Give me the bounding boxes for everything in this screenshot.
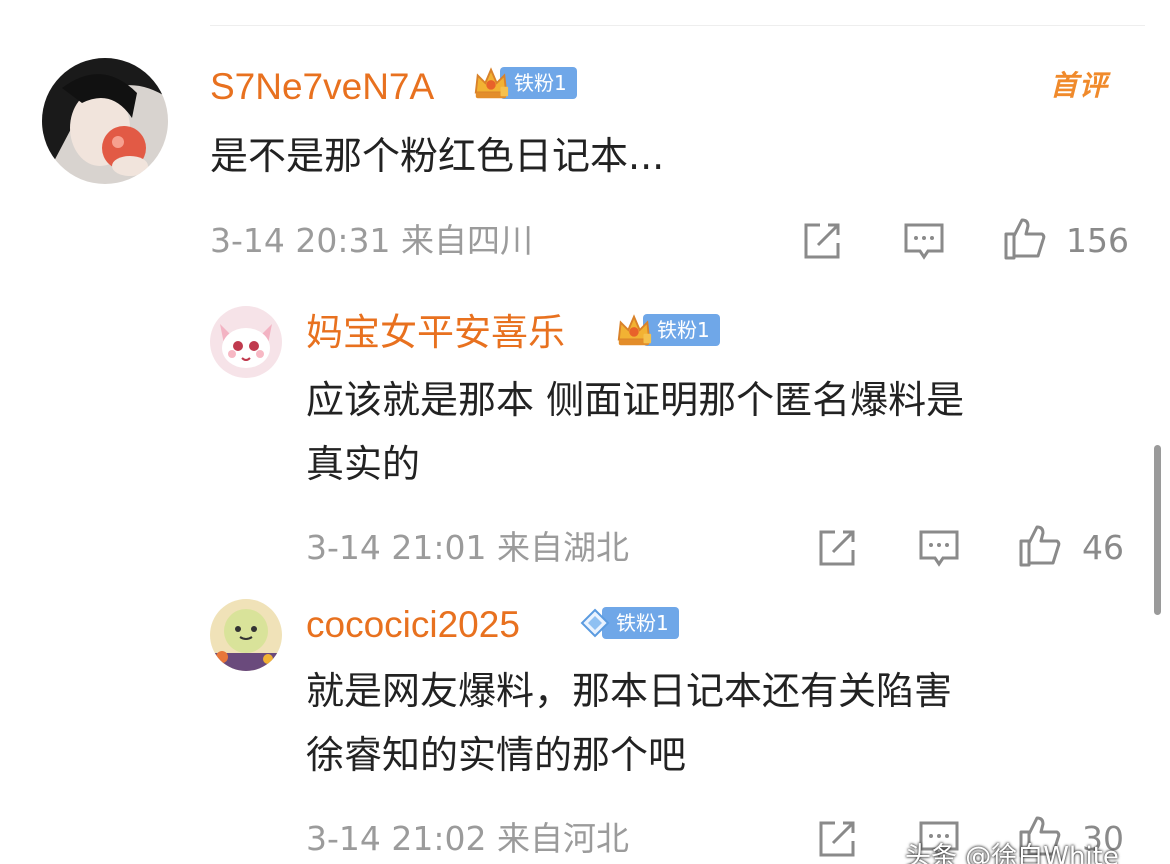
username[interactable]: cococici2025 (306, 606, 520, 643)
fan-badge[interactable]: 铁粉1 (615, 313, 720, 347)
crown-icon (474, 67, 509, 99)
watermark: 头条 @徐白White (905, 842, 1119, 864)
like-icon[interactable] (1002, 216, 1046, 260)
like-icon[interactable] (1017, 523, 1061, 567)
avatar[interactable] (210, 599, 282, 671)
comment-text: 就是网友爆料，那本日记本还有关陷害 徐睿知的实情的那个吧 (306, 669, 953, 777)
comment-icon[interactable] (902, 219, 946, 263)
comment-feed: S7Ne7veN7A 铁粉1 首评 是不是那个粉红色日记本... 3-14 20… (0, 0, 1170, 864)
fan-badge[interactable]: 铁粉1 (580, 606, 679, 640)
fan-badge[interactable]: 铁粉1 (472, 66, 577, 100)
fan-badge-label: 铁粉1 (500, 67, 577, 99)
comment-text: 应该就是那本 侧面证明那个匿名爆料是 真实的 (306, 378, 965, 486)
share-icon[interactable] (815, 526, 859, 570)
avatar[interactable] (42, 58, 168, 184)
username[interactable]: 妈宝女平安喜乐 (306, 314, 565, 351)
share-icon[interactable] (800, 219, 844, 263)
first-comment-tag: 首评 (1050, 69, 1109, 102)
comment-icon[interactable] (917, 526, 961, 570)
username[interactable]: S7Ne7veN7A (210, 68, 434, 105)
comment-time-location: 3-14 20:31 来自四川 (210, 221, 533, 260)
avatar[interactable] (210, 306, 282, 378)
comment-text: 是不是那个粉红色日记本... (210, 134, 665, 178)
comment-time-location: 3-14 21:01 来自湖北 (306, 528, 629, 567)
divider (210, 25, 1145, 26)
comment-time-location: 3-14 21:02 来自河北 (306, 819, 629, 858)
like-count: 156 (1066, 221, 1129, 260)
scrollbar[interactable] (1154, 445, 1161, 615)
like-count: 46 (1082, 528, 1124, 567)
fan-badge-label: 铁粉1 (643, 314, 720, 346)
fan-badge-label: 铁粉1 (602, 607, 679, 639)
crown-icon (617, 314, 652, 346)
diamond-icon (580, 608, 610, 638)
share-icon[interactable] (815, 817, 859, 861)
